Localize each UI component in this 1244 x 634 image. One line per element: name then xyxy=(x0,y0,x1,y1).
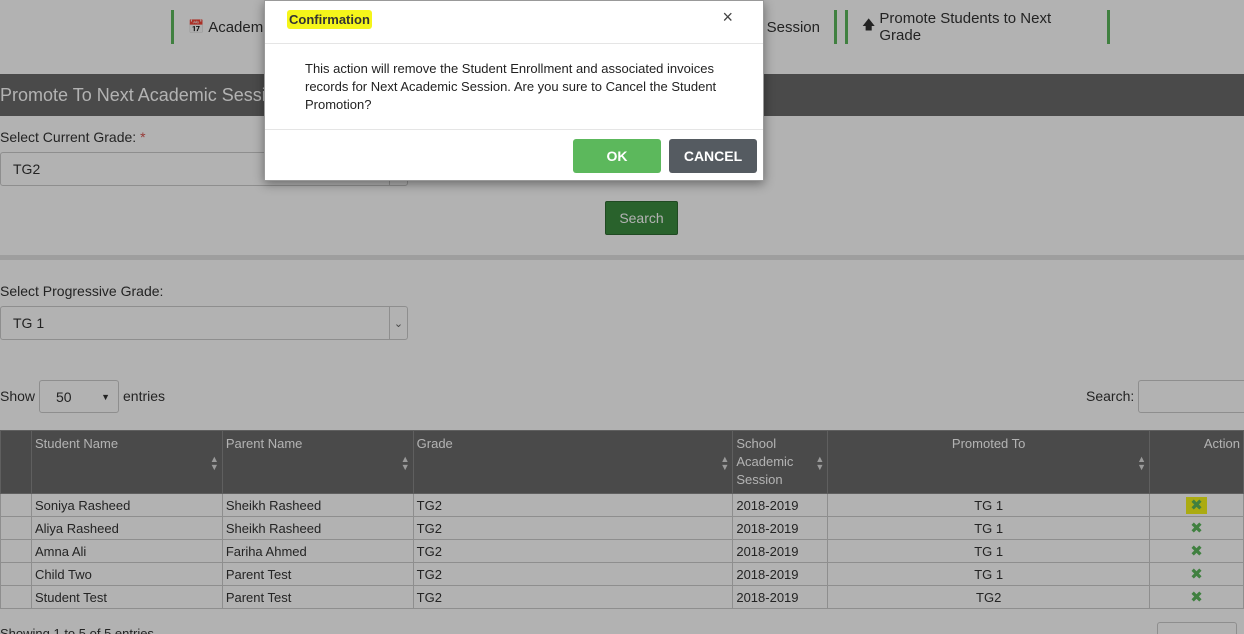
dialog-message: This action will remove the Student Enro… xyxy=(265,44,763,130)
dialog-header: Confirmation × xyxy=(265,1,763,44)
dialog-title: Confirmation xyxy=(287,10,372,29)
dialog-footer: OK CANCEL xyxy=(265,130,763,182)
close-icon[interactable]: × xyxy=(722,7,733,28)
ok-button[interactable]: OK xyxy=(573,139,661,173)
page: 📅 Academic c Session 🡅 Promote Students … xyxy=(0,0,1244,634)
confirmation-dialog: Confirmation × This action will remove t… xyxy=(264,0,764,181)
cancel-button[interactable]: CANCEL xyxy=(669,139,757,173)
